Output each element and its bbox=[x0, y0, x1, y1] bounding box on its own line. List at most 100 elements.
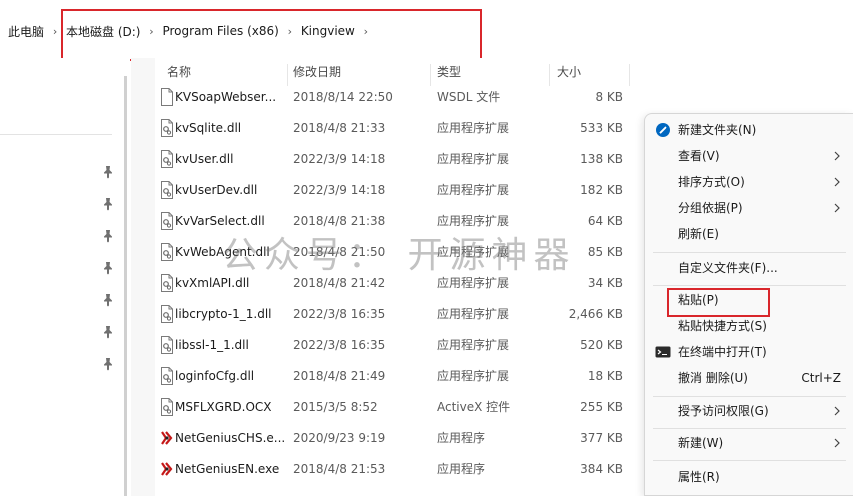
file-row[interactable]: MSFLXGRD.OCX 2015/3/5 8:52 ActiveX 控件 255 K… bbox=[155, 392, 645, 423]
file-name: KVSoapWebser... bbox=[175, 90, 277, 104]
pin-icon[interactable] bbox=[102, 293, 114, 307]
file-size: 34 KB bbox=[587, 276, 623, 290]
file-size: 377 KB bbox=[580, 431, 623, 445]
file-row[interactable]: kvUser.dll 2022/3/9 14:18 应用程序扩展 138 KB bbox=[155, 144, 645, 175]
dll-file-icon bbox=[160, 150, 174, 168]
pane-splitter[interactable] bbox=[124, 76, 127, 496]
file-type: 应用程序扩展 bbox=[437, 152, 510, 166]
content-left-gutter bbox=[131, 58, 155, 496]
nav-divider bbox=[0, 134, 112, 135]
file-row[interactable]: kvUserDev.dll 2022/3/9 14:18 应用程序扩展 182 KB bbox=[155, 175, 645, 206]
menu-separator bbox=[653, 396, 846, 397]
file-size: 520 KB bbox=[580, 338, 623, 352]
file-date: 2022/3/8 16:35 bbox=[293, 307, 386, 321]
file-name: kvSqlite.dll bbox=[175, 121, 242, 135]
pin-icon[interactable] bbox=[102, 165, 114, 179]
file-row[interactable]: KVSoapWebser... 2018/8/14 22:50 WSDL 文件 8 K… bbox=[155, 82, 645, 113]
menu-item-sort-by[interactable]: 排序方式(O) bbox=[645, 169, 853, 195]
file-size: 255 KB bbox=[580, 400, 623, 414]
menu-item-grant-access[interactable]: 授予访问权限(G) bbox=[645, 398, 853, 424]
file-size: 182 KB bbox=[580, 183, 623, 197]
chevron-right-icon[interactable]: › bbox=[48, 25, 62, 38]
dll-file-icon bbox=[160, 212, 174, 230]
pin-icon[interactable] bbox=[102, 261, 114, 275]
file-type: 应用程序扩展 bbox=[437, 121, 510, 135]
menu-item-paste-shortcut[interactable]: 粘贴快捷方式(S) bbox=[645, 313, 853, 339]
dll-file-icon bbox=[160, 274, 174, 292]
app-exe-icon bbox=[160, 460, 174, 478]
menu-separator bbox=[653, 252, 846, 253]
file-size: 85 KB bbox=[587, 245, 623, 259]
chevron-right-icon bbox=[832, 405, 842, 417]
breadcrumb-this-pc[interactable]: 此电脑 bbox=[8, 23, 44, 40]
file-type: 应用程序扩展 bbox=[437, 183, 510, 197]
file-row[interactable]: libcrypto-1_1.dll 2022/3/8 16:35 应用程序扩展 2,4… bbox=[155, 299, 645, 330]
menu-item-open-terminal[interactable]: 在终端中打开(T) bbox=[645, 339, 853, 365]
file-size: 533 KB bbox=[580, 121, 623, 135]
file-type: 应用程序扩展 bbox=[437, 338, 510, 352]
file-type: 应用程序扩展 bbox=[437, 276, 510, 290]
file-type: 应用程序 bbox=[437, 462, 486, 476]
file-row[interactable]: kvSqlite.dll 2018/4/8 21:33 应用程序扩展 533 KB bbox=[155, 113, 645, 144]
file-date: 2022/3/9 14:18 bbox=[293, 152, 386, 166]
address-bar[interactable]: 此电脑 › 本地磁盘 (D:) › Program Files (x86) › … bbox=[0, 0, 853, 61]
file-date: 2020/9/23 9:19 bbox=[293, 431, 386, 445]
menu-item-new-folder[interactable]: 新建文件夹(N) bbox=[645, 117, 853, 143]
file-row[interactable]: kvXmlAPI.dll 2018/4/8 21:42 应用程序扩展 34 KB bbox=[155, 268, 645, 299]
file-date: 2018/8/14 22:50 bbox=[293, 90, 393, 104]
file-date: 2022/3/8 16:35 bbox=[293, 338, 386, 352]
dll-file-icon bbox=[160, 243, 174, 261]
file-size: 384 KB bbox=[580, 462, 623, 476]
pin-icon[interactable] bbox=[102, 197, 114, 211]
menu-item-properties[interactable]: 属性(R) bbox=[645, 464, 853, 490]
app-exe-icon bbox=[160, 429, 174, 447]
menu-separator bbox=[653, 285, 846, 286]
file-row[interactable]: NetGeniusEN.exe 2018/4/8 21:53 应用程序 384 KB bbox=[155, 454, 645, 485]
file-date: 2018/4/8 21:49 bbox=[293, 369, 386, 383]
file-name: NetGeniusCHS.e... bbox=[175, 431, 286, 445]
file-size: 18 KB bbox=[587, 369, 623, 383]
file-date: 2018/4/8 21:38 bbox=[293, 214, 386, 228]
menu-item-customize-folder[interactable]: 自定义文件夹(F)... bbox=[645, 255, 853, 281]
menu-item-view[interactable]: 查看(V) bbox=[645, 143, 853, 169]
file-name: kvUser.dll bbox=[175, 152, 234, 166]
menu-item-new[interactable]: 新建(W) bbox=[645, 430, 853, 456]
file-row[interactable]: KvWebAgent.dll 2018/4/8 21:50 应用程序扩展 85 KB bbox=[155, 237, 645, 268]
menu-item-group-by[interactable]: 分组依据(P) bbox=[645, 195, 853, 221]
file-date: 2015/3/5 8:52 bbox=[293, 400, 378, 414]
file-type: 应用程序扩展 bbox=[437, 245, 510, 259]
pin-icon[interactable] bbox=[102, 357, 114, 371]
dll-file-icon bbox=[160, 181, 174, 199]
pin-icon[interactable] bbox=[102, 325, 114, 339]
file-type: WSDL 文件 bbox=[437, 90, 501, 104]
file-row[interactable]: loginfoCfg.dll 2018/4/8 21:49 应用程序扩展 18 KB bbox=[155, 361, 645, 392]
navigation-pane bbox=[0, 58, 130, 496]
menu-item-refresh[interactable]: 刷新(E) bbox=[645, 221, 853, 247]
file-row[interactable]: libssl-1_1.dll 2022/3/8 16:35 应用程序扩展 520 KB bbox=[155, 330, 645, 361]
chevron-right-icon bbox=[832, 150, 842, 162]
file-type: ActiveX 控件 bbox=[437, 400, 511, 414]
file-type: 应用程序扩展 bbox=[437, 214, 510, 228]
file-size: 64 KB bbox=[587, 214, 623, 228]
file-name: loginfoCfg.dll bbox=[175, 369, 255, 383]
file-row[interactable]: NetGeniusCHS.e... 2020/9/23 9:19 应用程序 377 K… bbox=[155, 423, 645, 454]
file-type: 应用程序扩展 bbox=[437, 307, 510, 321]
chevron-right-icon bbox=[832, 176, 842, 188]
file-type: 应用程序扩展 bbox=[437, 369, 510, 383]
dll-file-icon bbox=[160, 398, 174, 416]
pin-icon[interactable] bbox=[102, 229, 114, 243]
menu-item-undo-delete[interactable]: 撤消 删除(U) Ctrl+Z bbox=[645, 365, 853, 391]
menu-separator bbox=[653, 428, 846, 429]
file-date: 2018/4/8 21:42 bbox=[293, 276, 386, 290]
file-size: 2,466 KB bbox=[568, 307, 623, 321]
file-type: 应用程序 bbox=[437, 431, 486, 445]
file-list[interactable]: 名称 修改日期 类型 大小 KVSoapWebser... 2018/8/14 2… bbox=[155, 58, 645, 496]
menu-separator bbox=[653, 460, 846, 461]
undo-shortcut-label: Ctrl+Z bbox=[801, 371, 841, 385]
file-size: 138 KB bbox=[580, 152, 623, 166]
file-size: 8 KB bbox=[595, 90, 623, 104]
file-row[interactable]: KvVarSelect.dll 2018/4/8 21:38 应用程序扩展 64 KB bbox=[155, 206, 645, 237]
dll-file-icon bbox=[160, 119, 174, 137]
document-icon bbox=[160, 88, 174, 106]
chevron-right-icon bbox=[832, 202, 842, 214]
